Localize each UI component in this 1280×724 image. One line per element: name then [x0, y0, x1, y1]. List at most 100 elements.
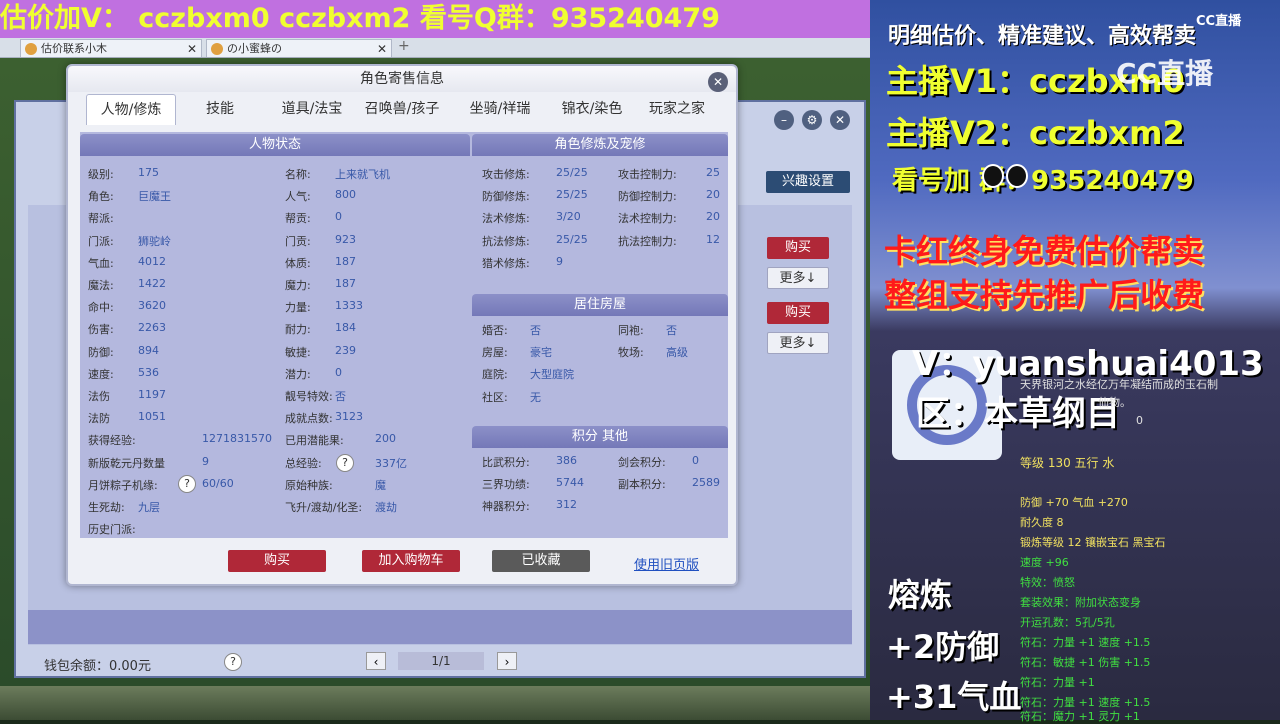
field-label: 历史门派:: [88, 523, 136, 537]
item-desc-1: 天界银河之水经亿万年凝结而成的玉石制: [1020, 378, 1218, 391]
item-line-3: 锻炼等级 12 镶嵌宝石 黑宝石: [1020, 536, 1166, 549]
field-label: 飞升/渡劫/化圣:: [285, 501, 363, 514]
field-value: 0: [335, 210, 342, 224]
favorited-button[interactable]: 已收藏: [492, 550, 590, 572]
item-line-8: 符石：力量 +1 速度 +1.5: [1020, 636, 1151, 649]
field-label: 神器积分:: [482, 500, 530, 514]
wallet-balance: 钱包余额：0.00元: [44, 659, 151, 674]
field-label: 猎术修炼:: [482, 256, 530, 270]
overlay-qq: 看号加 群：935240479: [892, 166, 1194, 196]
field-label: 门派:: [88, 234, 114, 248]
close-tab-icon[interactable]: ✕: [187, 40, 197, 58]
tab-items[interactable]: 道具/法宝: [264, 94, 360, 124]
field-label: 婚否:: [482, 324, 508, 337]
old-version-link[interactable]: 使用旧页版: [634, 554, 699, 573]
shop-bottom-bar: [28, 610, 852, 644]
more-button-2[interactable]: 更多↓: [767, 332, 829, 354]
browser-tab-label: 估价联系小木: [41, 42, 107, 55]
field-label: 已用潜能果:: [285, 434, 344, 448]
buy-button[interactable]: 购买: [228, 550, 326, 572]
role-sale-info-dialog: 角色寄售信息 ✕ 人物/修炼 技能 道具/法宝 召唤兽/孩子 坐骑/祥瑞 锦衣/…: [66, 64, 738, 586]
field-value: 9: [556, 254, 563, 268]
field-label: 攻击修炼:: [482, 168, 530, 181]
close-tab-icon[interactable]: ✕: [377, 40, 387, 58]
overlay-hp: +31气血: [886, 678, 1022, 716]
browser-tab-label: の小蜜蜂の: [227, 42, 282, 55]
field-label: 抗法修炼:: [482, 234, 530, 248]
field-value: 豪宅: [530, 346, 552, 360]
field-label: 社区:: [482, 390, 508, 404]
field-label: 法术控制力:: [618, 212, 677, 226]
field-label: 防御控制力:: [618, 190, 677, 204]
field-label: 级别:: [88, 168, 114, 181]
field-label: 名称:: [285, 168, 311, 181]
field-value: 187: [335, 254, 356, 268]
field-value: 25/25: [556, 166, 588, 179]
interest-settings-button[interactable]: 兴趣设置: [766, 171, 850, 193]
tab-skills[interactable]: 技能: [180, 94, 260, 124]
field-label: 伤害:: [88, 323, 114, 337]
overlay-v2: 主播V2：cczbxm2: [886, 114, 1185, 152]
browser-tab-1[interactable]: 估价联系小木 ✕: [20, 39, 202, 57]
field-label: 法伤: [88, 390, 110, 403]
field-value: 25/25: [556, 188, 588, 202]
minimize-icon[interactable]: –: [774, 110, 794, 130]
field-label: 潜力:: [285, 367, 311, 381]
field-label: 同袍:: [618, 324, 644, 337]
overlay-title: 明细估价、精准建议、高效帮卖: [888, 24, 1197, 49]
field-label: 法防: [88, 412, 110, 426]
prev-page-icon[interactable]: ‹: [366, 652, 386, 670]
field-value: 4012: [138, 254, 166, 268]
tab-mounts[interactable]: 坐骑/祥瑞: [452, 94, 548, 124]
field-value: 175: [138, 166, 159, 179]
add-to-cart-button[interactable]: 加入购物车: [362, 550, 460, 572]
field-value: 渡劫: [375, 501, 397, 514]
field-value: 2263: [138, 321, 166, 335]
field-value: 九层: [138, 501, 160, 514]
field-value: 239: [335, 343, 356, 357]
tab-pets[interactable]: 召唤兽/孩子: [354, 94, 450, 124]
new-tab-icon[interactable]: +: [398, 38, 410, 54]
tab-outfits[interactable]: 锦衣/染色: [544, 94, 640, 124]
item-line-2: 耐久度 8: [1020, 516, 1064, 529]
field-label: 攻击控制力:: [618, 168, 677, 181]
help-icon[interactable]: ?: [224, 653, 242, 671]
item-line-12: 符石：魔力 +1 灵力 +1: [1020, 710, 1140, 723]
banner-text: 估价加V： cczbxm0 cczbxm2 看号Q群：935240479: [0, 3, 720, 34]
item-line-6: 套装效果：附加状态变身: [1020, 596, 1141, 609]
tab-character[interactable]: 人物/修炼: [86, 94, 176, 125]
field-value: 1051: [138, 410, 166, 424]
field-label: 命中:: [88, 301, 114, 315]
field-label: 成就点数:: [285, 412, 333, 426]
field-value: 1333: [335, 299, 363, 313]
field-value: 923: [335, 232, 356, 246]
field-value: 200: [375, 432, 396, 446]
help-icon[interactable]: ?: [336, 454, 354, 472]
help-icon[interactable]: ?: [178, 475, 196, 493]
field-label: 月饼粽子机缘:: [88, 478, 158, 492]
field-label: 生死劫:: [88, 501, 125, 514]
buy-button-1[interactable]: 购买: [767, 237, 829, 259]
close-window-icon[interactable]: ✕: [830, 110, 850, 130]
item-line-7: 开运孔数：5孔/5孔: [1020, 616, 1115, 629]
field-label: 耐力:: [285, 323, 311, 337]
field-value: 800: [335, 188, 356, 202]
cc-live-logo-small: CC直播: [1196, 14, 1242, 29]
field-label: 剑会积分:: [618, 456, 666, 469]
settings-icon[interactable]: ⚙: [802, 110, 822, 130]
next-page-icon[interactable]: ›: [497, 652, 517, 670]
close-icon[interactable]: ✕: [708, 72, 728, 92]
game-taskbar: [0, 686, 870, 720]
field-value: 337亿: [375, 456, 407, 470]
buy-button-2[interactable]: 购买: [767, 302, 829, 324]
tab-player-home[interactable]: 玩家之家: [634, 94, 720, 124]
field-value: 巨魔王: [138, 190, 171, 204]
field-value: 3123: [335, 410, 363, 424]
field-value: 187: [335, 277, 356, 290]
field-label: 比武积分:: [482, 456, 530, 469]
field-value: 否: [530, 324, 541, 337]
browser-tab-2[interactable]: の小蜜蜂の ✕: [206, 39, 392, 57]
field-value: 20: [706, 210, 720, 224]
field-value: 9: [202, 454, 209, 468]
more-button-1[interactable]: 更多↓: [767, 267, 829, 289]
